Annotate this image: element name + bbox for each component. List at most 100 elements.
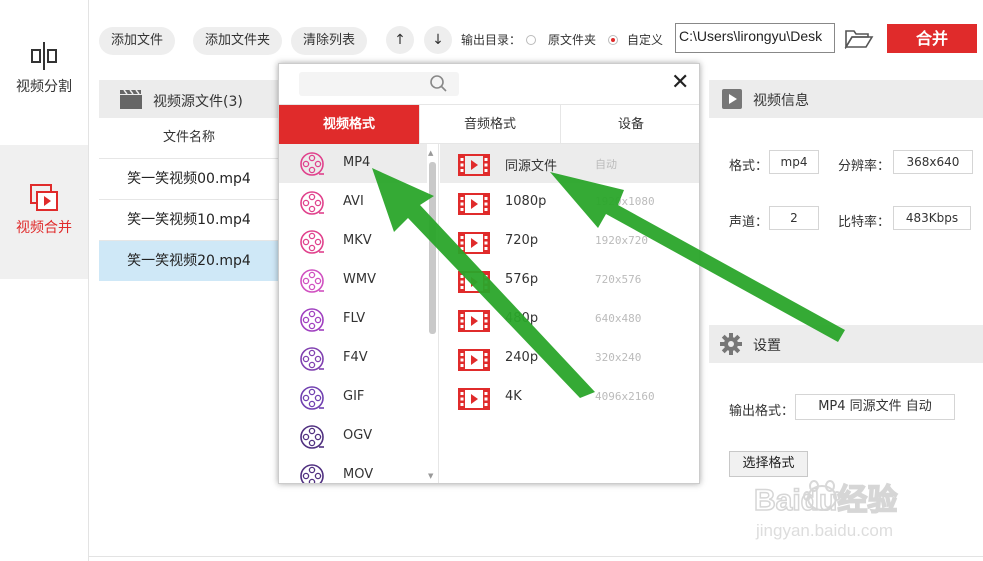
film-strip-icon [458,232,490,254]
resolution-name: 480p [505,311,539,326]
radio-custom[interactable] [608,35,618,45]
format-item-mov[interactable]: MOV [279,456,427,483]
resolution-item[interactable]: 4K 4096x2160 [440,378,699,417]
clear-list-button[interactable]: 清除列表 [291,27,368,55]
scroll-up-arrow[interactable]: ▲ [428,149,433,157]
close-icon[interactable]: ✕ [671,72,689,94]
format-label: GIF [343,389,365,404]
format-label: OGV [343,428,373,443]
nav-item-split[interactable]: 视频分割 [0,40,88,120]
video-play-icon [722,89,742,109]
resolution-detail: 1920x1080 [595,195,655,208]
output-dir-label: 输出目录： [461,33,522,47]
move-up-button[interactable]: ↑ [386,26,414,54]
format-label: MKV [343,233,372,248]
film-reel-icon [300,347,324,371]
film-reel-icon [300,269,324,293]
resolution-name: 576p [505,272,539,287]
resolution-item[interactable]: 240p 320x240 [440,339,699,378]
bottom-divider [89,556,983,557]
format-list: MP4 AVI MKV WMV FLV F4V GIF OGV MOV ▲ ▼ [279,144,439,483]
resolution-name: 720p [505,233,539,248]
split-icon [31,42,57,70]
film-reel-icon [300,152,324,176]
settings-title: 设置 [753,338,781,354]
channels-value: 2 [769,206,819,230]
source-folder-label: 原文件夹 [548,33,597,47]
format-item-gif[interactable]: GIF [279,378,427,417]
resolution-item[interactable]: 1080p 1920x1080 [440,183,699,222]
nav-merge-label: 视频合并 [16,220,72,236]
resolution-detail: 640x480 [595,312,642,325]
scroll-down-arrow[interactable]: ▼ [428,472,433,480]
film-reel-icon [300,386,324,410]
format-item-f4v[interactable]: F4V [279,339,427,378]
film-strip-icon [458,349,490,371]
resolution-name: 同源文件 [505,159,558,174]
file-row[interactable]: 笑一笑视频10.mp4 [99,199,279,240]
bitrate-label: 比特率： [838,215,891,230]
resolution-detail: 320x240 [595,351,642,364]
merge-icon [30,184,58,211]
add-file-button[interactable]: 添加文件 [99,27,176,55]
resolution-label: 分辨率： [838,159,891,174]
folder-icon[interactable] [844,27,874,49]
file-panel-header: 视频源文件(3) [99,80,279,118]
film-strip-icon [458,310,490,332]
search-icon[interactable] [429,74,449,94]
nav-split-label: 视频分割 [16,79,72,95]
resolution-value: 368x640 [893,150,973,174]
channels-label: 声道： [729,215,769,230]
format-label: FLV [343,311,366,326]
clapper-icon [120,89,142,109]
resolution-name: 4K [505,389,522,404]
add-folder-button[interactable]: 添加文件夹 [193,27,283,55]
custom-label: 自定义 [627,33,664,47]
resolution-list: 同源文件 自动 1080p 1920x1080 720p 1920x720 576p 720x… [440,144,699,483]
radio-source-folder[interactable] [526,35,536,45]
format-item-flv[interactable]: FLV [279,300,427,339]
merge-button[interactable]: 合并 [887,24,977,53]
tab-device[interactable]: 设备 [561,105,699,145]
file-row[interactable]: 笑一笑视频00.mp4 [99,158,279,199]
format-popup: ✕ 视频格式 音频格式 设备 MP4 AVI MKV WMV FLV F4V GIF OGV M… [278,63,700,484]
resolution-name: 1080p [505,194,547,209]
resolution-item[interactable]: 576p 720x576 [440,261,699,300]
file-row-selected[interactable]: 笑一笑视频20.mp4 [99,240,279,281]
resolution-item[interactable]: 480p 640x480 [440,300,699,339]
move-down-button[interactable]: ↓ [424,26,452,54]
format-tabs: 视频格式 音频格式 设备 [279,104,699,145]
format-item-ogv[interactable]: OGV [279,417,427,456]
output-path-input[interactable]: C:\Users\lirongyu\Desk [675,23,835,53]
file-panel-title: 视频源文件(3) [153,94,243,110]
format-item-wmv[interactable]: WMV [279,261,427,300]
scrollbar-thumb[interactable] [429,162,436,334]
resolution-detail: 1920x720 [595,234,648,247]
resolution-detail: 720x576 [595,273,642,286]
format-label: WMV [343,272,376,287]
baidu-watermark-logo: Baidu经验 jingyan.baidu.com [753,480,898,540]
format-item-mkv[interactable]: MKV [279,222,427,261]
format-value: mp4 [769,150,819,174]
format-label: AVI [343,194,364,209]
film-reel-icon [300,308,324,332]
column-header-filename[interactable]: 文件名称 [99,118,279,158]
resolution-detail: 自动 [595,158,617,171]
tab-video-format[interactable]: 视频格式 [279,105,420,145]
resolution-item[interactable]: 720p 1920x720 [440,222,699,261]
file-panel: 视频源文件(3) 文件名称 笑一笑视频00.mp4 笑一笑视频10.mp4 笑一… [99,80,279,284]
choose-format-button[interactable]: 选择格式 [729,451,808,477]
film-reel-icon [300,230,324,254]
format-item-avi[interactable]: AVI [279,183,427,222]
format-label: MP4 [343,155,371,170]
tab-audio-format[interactable]: 音频格式 [420,105,561,145]
film-strip-icon [458,388,490,410]
toolbar: 添加文件 添加文件夹 清除列表 ↑ ↓ 输出目录： 原文件夹 自定义 C:\Us… [89,8,983,68]
svg-text:jingyan.baidu.com: jingyan.baidu.com [755,521,893,540]
nav-item-merge[interactable]: 视频合并 [0,145,88,279]
film-strip-icon [458,271,490,293]
format-item-mp4[interactable]: MP4 [279,144,427,183]
film-strip-icon [458,193,490,215]
settings-header: 设置 [709,325,983,363]
resolution-item[interactable]: 同源文件 自动 [440,144,699,183]
